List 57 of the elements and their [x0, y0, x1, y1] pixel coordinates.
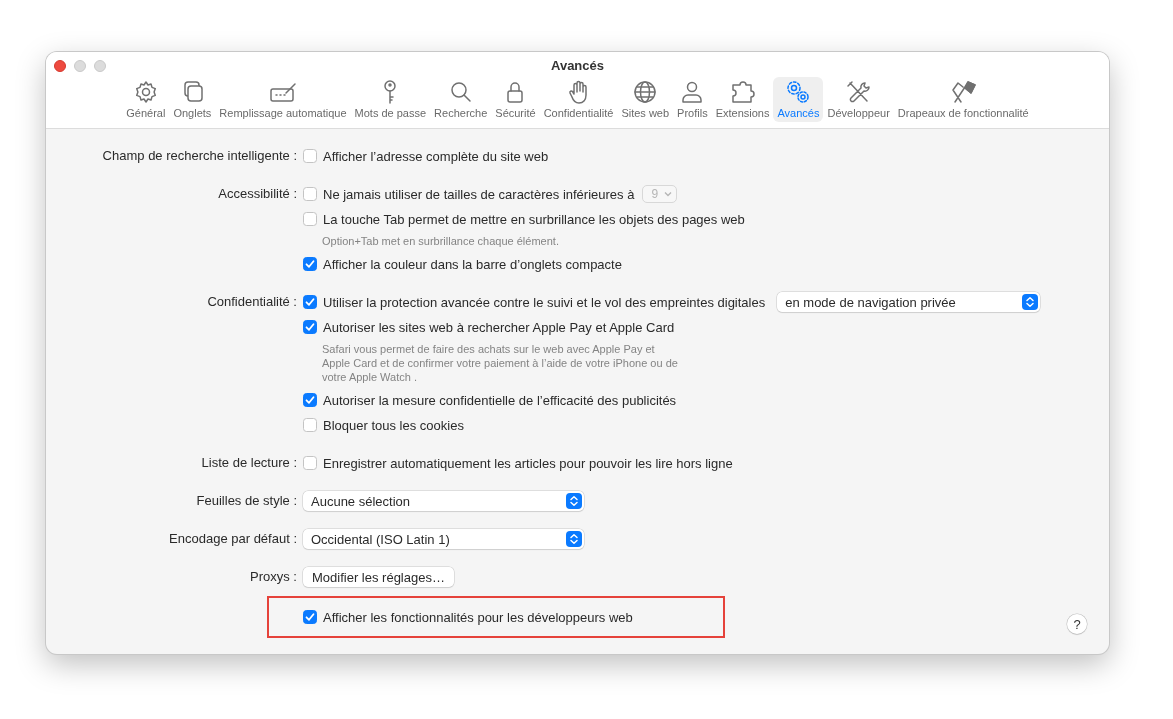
- checkbox-label: Ne jamais utiliser de tailles de caractères inférieures à: [323, 186, 635, 202]
- toolbar-tab[interactable]: Profils: [673, 77, 712, 122]
- popup-select[interactable]: en mode de navigation privée: [777, 292, 1041, 312]
- section-label: Encodage par défaut :: [169, 531, 297, 546]
- toolbar-tab[interactable]: Général: [122, 77, 170, 122]
- window-title: Avancés: [551, 58, 604, 73]
- section-label: Champ de recherche intelligente :: [102, 148, 297, 163]
- toolbar-tab[interactable]: Remplissage automatique: [215, 77, 351, 122]
- checkbox[interactable]: [303, 295, 317, 309]
- settings-button[interactable]: Modifier les réglages…: [303, 567, 454, 587]
- section-label: Confidentialité :: [207, 294, 297, 309]
- stepper-icon: [1022, 294, 1039, 310]
- checkbox-label: Bloquer tous les cookies: [323, 417, 464, 433]
- help-button[interactable]: ?: [1067, 614, 1087, 634]
- toolbar-tab[interactable]: Onglets: [169, 77, 216, 122]
- minimize-button[interactable]: [74, 60, 86, 72]
- checkbox-label: Afficher l’adresse complète du site web: [323, 148, 549, 164]
- section-label: Accessibilité :: [218, 186, 297, 201]
- checkbox[interactable]: [303, 456, 317, 470]
- close-button[interactable]: [54, 60, 66, 72]
- toolbar-tab[interactable]: Sites web: [617, 77, 674, 122]
- flags-icon: [949, 79, 978, 105]
- checkbox[interactable]: [303, 212, 317, 226]
- tools-icon: [844, 79, 873, 105]
- checkbox[interactable]: [303, 418, 317, 432]
- chevron-down-icon: [664, 191, 673, 197]
- checkbox-label: Afficher la couleur dans la barre d’onglets compacte: [323, 256, 622, 272]
- toolbar-tab[interactable]: Drapeaux de fonctionnalité: [893, 77, 1033, 122]
- toolbar-tab[interactable]: Mots de passe: [350, 77, 431, 122]
- checkbox[interactable]: [303, 149, 317, 163]
- checkbox-label: La touche Tab permet de mettre en surbrillance les objets des pages web: [323, 211, 745, 227]
- checkbox[interactable]: [303, 610, 317, 624]
- checkbox-label: Utiliser la protection avancée contre le suivi et le vol des empreintes digitales: [323, 294, 766, 310]
- checkbox[interactable]: [303, 393, 317, 407]
- toolbar-tab[interactable]: Extensions: [711, 77, 774, 122]
- help-note: Option+Tab met en surbrillance chaque élément.: [322, 234, 560, 249]
- toolbar-tab[interactable]: Confidentialité: [539, 77, 618, 122]
- stepper-icon: [566, 531, 582, 547]
- checkbox-label: Autoriser la mesure confidentielle de l’efficacité des publicités: [323, 392, 677, 408]
- checkbox[interactable]: [303, 187, 317, 201]
- toolbar-tab[interactable]: Avancés: [773, 77, 824, 122]
- checkbox-label: Enregistrer automatiquement les articles pour pouvoir les lire hors ligne: [323, 455, 733, 471]
- section-label: Feuilles de style :: [196, 493, 297, 508]
- toolbar-tab[interactable]: Développeur: [823, 77, 894, 122]
- checkbox-label: Afficher les fonctionnalités pour les développeurs web: [323, 609, 633, 625]
- toolbar-tab[interactable]: Recherche: [430, 77, 492, 122]
- section-label: Liste de lecture :: [201, 455, 297, 470]
- checkbox[interactable]: [303, 257, 317, 271]
- popup-select[interactable]: Aucune sélection: [303, 491, 584, 511]
- popup-select[interactable]: Occidental (ISO Latin 1): [303, 529, 584, 549]
- help-note: Safari vous permet de faire des achats sur le web avec Apple Pay et Apple Card et de confirmer votre paiement à l’aide de votre iPhone ou de votre Apple Watch .: [322, 342, 679, 385]
- zoom-button[interactable]: [94, 60, 106, 72]
- toolbar-tab[interactable]: Sécurité: [491, 77, 540, 122]
- checkbox-label: Autoriser les sites web à rechercher Apple Pay et Apple Card: [323, 319, 675, 335]
- stepper-icon: [566, 493, 582, 509]
- checkbox[interactable]: [303, 320, 317, 334]
- section-label: Proxys :: [250, 569, 297, 584]
